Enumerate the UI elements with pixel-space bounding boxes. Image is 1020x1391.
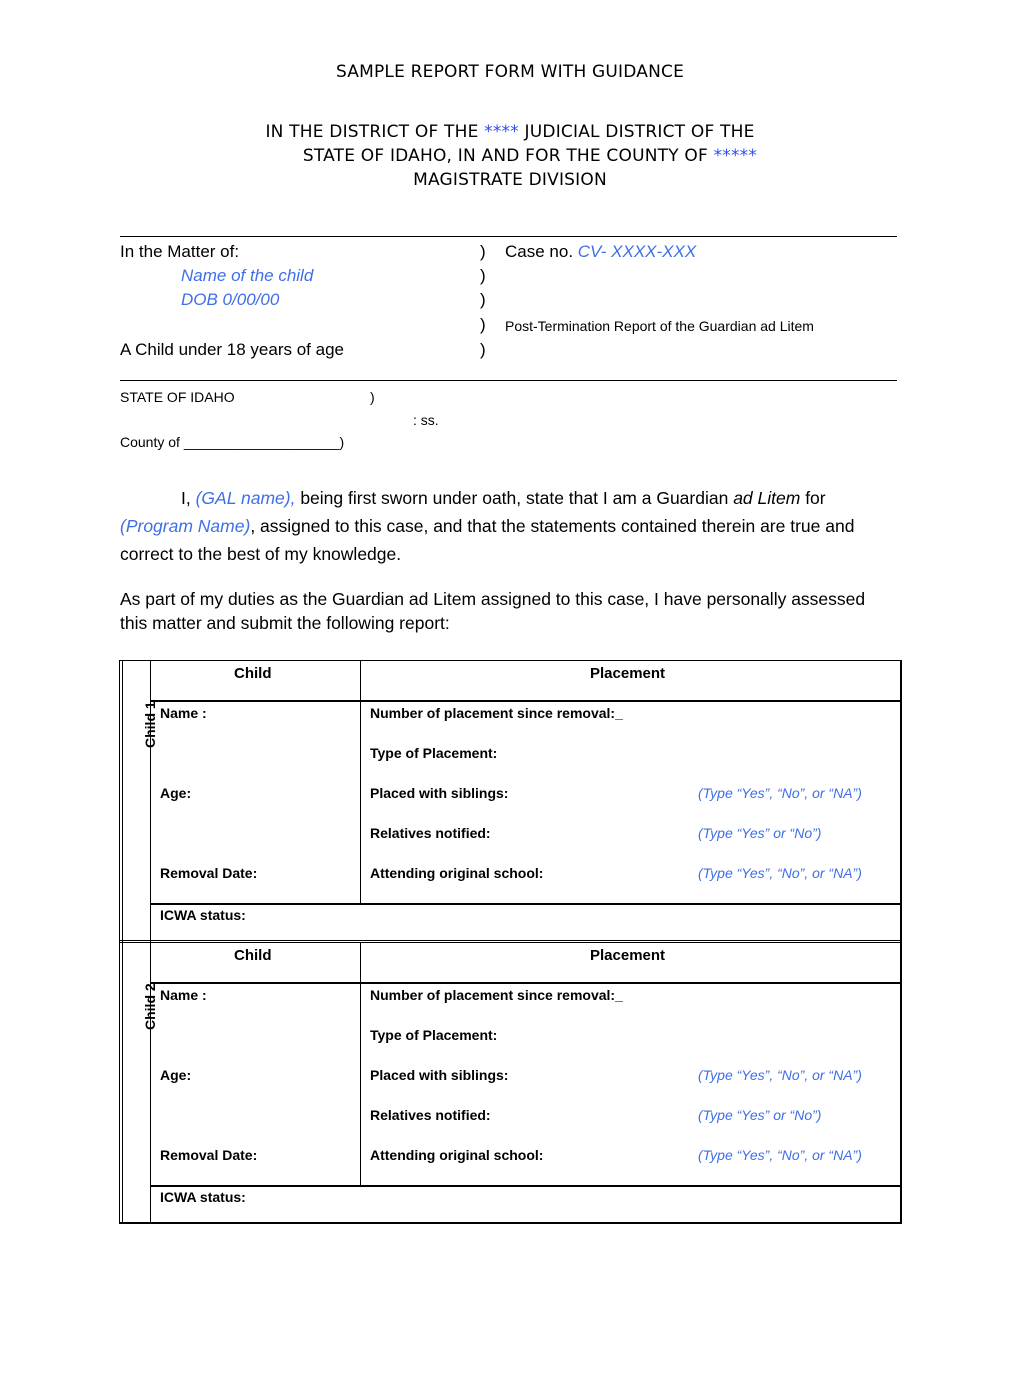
siblings-hint[interactable]: (Type “Yes”, “No”, or “NA”) xyxy=(698,1067,862,1083)
report-title: Post-Termination Report of the Guardian … xyxy=(505,318,814,334)
column-divider xyxy=(360,942,361,1186)
child-label-vertical: Child 2 xyxy=(142,983,158,1030)
icwa-divider xyxy=(150,1185,902,1187)
district-placeholder[interactable]: **** xyxy=(484,122,519,142)
school-field[interactable]: Attending original school: xyxy=(370,1147,543,1163)
program-name-placeholder[interactable]: (Program Name) xyxy=(120,516,250,536)
removal-date-field[interactable]: Removal Date: xyxy=(160,1147,257,1163)
placement-type-field[interactable]: Type of Placement: xyxy=(370,1027,497,1043)
school-hint[interactable]: (Type “Yes”, “No”, or “NA”) xyxy=(698,865,862,881)
num-placements-field[interactable]: Number of placement since removal:_ xyxy=(370,705,623,721)
form-title: SAMPLE REPORT FORM WITH GUIDANCE xyxy=(335,62,685,82)
court-line-1: IN THE DISTRICT OF THE **** JUDICIAL DIS… xyxy=(0,122,1020,142)
court-line-3: MAGISTRATE DIVISION xyxy=(413,170,607,190)
venue-county-field[interactable]: County of ____________________) xyxy=(120,434,344,450)
venue-ss: : ss. xyxy=(413,412,439,428)
court-line-2: STATE OF IDAHO, IN AND FOR THE COUNTY OF… xyxy=(20,146,1020,166)
dob-placeholder[interactable]: DOB 0/00/00 xyxy=(181,290,279,310)
oath-line-2: (Program Name), assigned to this case, a… xyxy=(120,512,854,540)
relatives-field[interactable]: Relatives notified: xyxy=(370,1107,491,1123)
section-divider xyxy=(119,942,902,943)
age-field[interactable]: Age: xyxy=(160,785,191,801)
county-placeholder[interactable]: ***** xyxy=(714,146,758,166)
duties-line-2: this matter and submit the following rep… xyxy=(120,613,450,633)
section-divider xyxy=(119,940,902,941)
name-field[interactable]: Name : xyxy=(160,987,207,1003)
court-line-2-a: STATE OF IDAHO, IN AND FOR THE COUNTY OF xyxy=(302,146,714,166)
oath-text-3: , assigned to this case, and that the st… xyxy=(250,516,855,536)
relatives-hint[interactable]: (Type “Yes” or “No”) xyxy=(698,1107,821,1123)
placement-type-field[interactable]: Type of Placement: xyxy=(370,745,497,761)
age-field[interactable]: Age: xyxy=(160,1067,191,1083)
header-divider xyxy=(150,700,902,702)
relatives-field[interactable]: Relatives notified: xyxy=(370,825,491,841)
col-header-placement: Placement xyxy=(590,665,666,682)
header-divider xyxy=(150,982,902,984)
court-line-1-b: JUDICIAL DISTRICT OF THE xyxy=(518,122,755,142)
icwa-divider xyxy=(150,903,902,905)
siblings-field[interactable]: Placed with siblings: xyxy=(370,785,508,801)
oath-line-3: correct to the best of my knowledge. xyxy=(120,544,402,564)
case-number: Case no. CV- XXXX-XXX xyxy=(505,242,696,262)
caption-paren: ) xyxy=(480,290,486,309)
table-border-top xyxy=(119,660,902,661)
relatives-hint[interactable]: (Type “Yes” or “No”) xyxy=(698,825,821,841)
oath-text-2: for xyxy=(800,488,826,508)
removal-date-field[interactable]: Removal Date: xyxy=(160,865,257,881)
icwa-field[interactable]: ICWA status: xyxy=(160,1189,246,1205)
matter-label: In the Matter of: xyxy=(120,242,240,261)
document-page: SAMPLE REPORT FORM WITH GUIDANCE IN THE … xyxy=(0,0,1020,1391)
num-placements-field[interactable]: Number of placement since removal:_ xyxy=(370,987,623,1003)
oath-prefix: I, xyxy=(181,488,196,508)
child-age-label: A Child under 18 years of age xyxy=(120,340,344,359)
case-number-placeholder[interactable]: CV- XXXX-XXX xyxy=(578,242,696,261)
icwa-field[interactable]: ICWA status: xyxy=(160,907,246,923)
column-divider xyxy=(360,660,361,904)
siblings-field[interactable]: Placed with siblings: xyxy=(370,1067,508,1083)
ad-litem-italic: ad Litem xyxy=(733,488,801,508)
caption-paren: ) xyxy=(480,340,486,359)
col-header-placement: Placement xyxy=(590,947,666,964)
court-line-1-a: IN THE DISTRICT OF THE xyxy=(265,122,485,142)
oath-text-1: being first sworn under oath, state that… xyxy=(295,488,734,508)
venue-state: STATE OF IDAHO xyxy=(120,389,235,405)
caption-paren: ) xyxy=(480,266,486,285)
gal-name-placeholder[interactable]: (GAL name), xyxy=(196,488,296,508)
table-border-bottom xyxy=(119,1222,902,1224)
child-name-placeholder[interactable]: Name of the child xyxy=(181,266,313,286)
oath-line-1: I, (GAL name), being first sworn under o… xyxy=(181,484,826,512)
col-header-child: Child xyxy=(234,947,272,964)
child-label-vertical: Child 1 xyxy=(142,701,158,748)
caption-paren: ) xyxy=(480,242,486,261)
school-hint[interactable]: (Type “Yes”, “No”, or “NA”) xyxy=(698,1147,862,1163)
name-field[interactable]: Name : xyxy=(160,705,207,721)
venue-paren: ) xyxy=(370,389,375,405)
col-header-child: Child xyxy=(234,665,272,682)
school-field[interactable]: Attending original school: xyxy=(370,865,543,881)
divider-bottom xyxy=(120,380,897,381)
caption-paren: ) xyxy=(480,315,486,334)
case-label: Case no. xyxy=(505,242,578,261)
siblings-hint[interactable]: (Type “Yes”, “No”, or “NA”) xyxy=(698,785,862,801)
divider-top xyxy=(120,236,897,237)
